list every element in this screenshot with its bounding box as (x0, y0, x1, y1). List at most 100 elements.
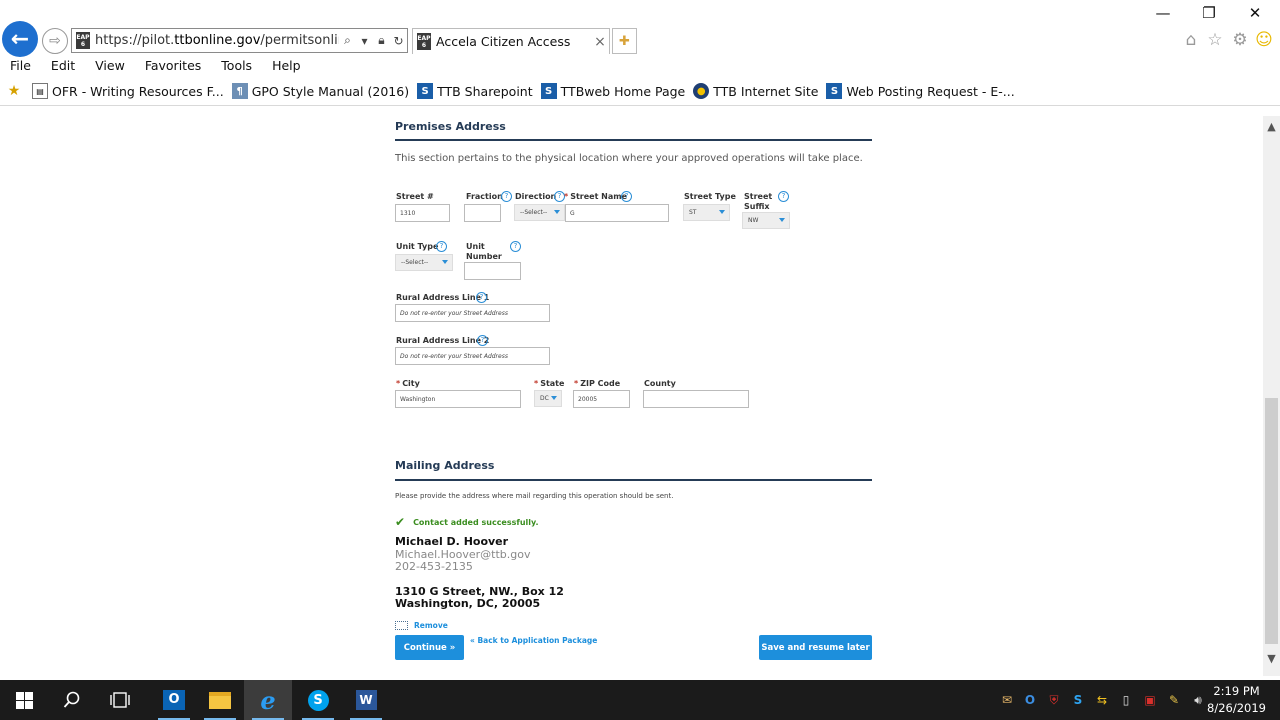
rural-line-2-input[interactable]: Do not re-enter your Street Address (395, 347, 550, 365)
menu-favorites[interactable]: Favorites (135, 57, 211, 77)
back-button[interactable]: ← (2, 21, 38, 57)
zip-input[interactable]: 20005 (573, 390, 630, 408)
fraction-help-icon[interactable]: ? (501, 191, 512, 202)
remove-link[interactable]: Remove (395, 621, 448, 630)
menu-view[interactable]: View (85, 57, 135, 77)
minimize-button[interactable]: — (1150, 4, 1176, 24)
mailing-title: Mailing Address (395, 459, 495, 472)
sync-tray-icon[interactable]: ⇆ (1093, 690, 1111, 710)
unit-number-help-icon[interactable]: ? (510, 241, 521, 252)
home-icon[interactable]: ⌂ (1181, 30, 1201, 50)
mail-tray-icon[interactable]: ✉ (998, 690, 1016, 710)
scroll-down-icon[interactable]: ▼ (1263, 652, 1280, 665)
scroll-up-icon[interactable]: ▲ (1263, 120, 1280, 133)
search-taskbar-button[interactable] (48, 680, 96, 720)
city-input[interactable]: Washington (395, 390, 521, 408)
fav-ttb-sharepoint[interactable]: S TTB Sharepoint (417, 83, 533, 99)
state-label-text: State (540, 379, 565, 388)
fraction-input[interactable] (464, 204, 501, 222)
city-label: * City (396, 379, 420, 389)
usb-device-icon[interactable]: ▯ (1117, 690, 1135, 710)
direction-value: --Select-- (520, 209, 548, 216)
back-arrow-icon: ← (10, 26, 30, 52)
volume-icon[interactable]: 🔊︎ (1189, 690, 1207, 710)
security-tray-icon[interactable]: ▣ (1141, 690, 1159, 710)
internet-explorer-taskbar-app[interactable]: e (244, 680, 292, 720)
file-explorer-taskbar-app[interactable] (196, 680, 244, 720)
outlook-tray-icon[interactable]: O (1021, 690, 1039, 710)
close-button[interactable]: ✕ (1242, 4, 1268, 24)
save-resume-button[interactable]: Save and resume later (759, 635, 872, 660)
clock-time: 2:19 PM (1213, 684, 1260, 698)
task-view-button[interactable] (96, 680, 144, 720)
fav-ttb-internet[interactable]: ● TTB Internet Site (693, 83, 818, 99)
page-content: Premises Address This section pertains t… (0, 106, 1262, 680)
address-bar[interactable]: EAP 6 https://pilot.ttbonline.gov/permits… (71, 28, 408, 53)
search-icon (63, 691, 80, 708)
favorites-star-icon[interactable]: ☆ (1205, 30, 1225, 50)
unit-type-help-icon[interactable]: ? (436, 241, 447, 252)
fav-gpo[interactable]: ¶ GPO Style Manual (2016) (231, 83, 409, 99)
dropdown-icon[interactable]: ▾ (356, 34, 373, 48)
back-to-application-link[interactable]: « Back to Application Package (470, 636, 597, 645)
state-label: * State (534, 379, 564, 389)
menu-edit[interactable]: Edit (41, 57, 85, 77)
gear-icon[interactable]: ⚙ (1230, 30, 1250, 50)
direction-select[interactable]: --Select-- (514, 204, 565, 221)
tab-close-icon[interactable]: × (591, 34, 609, 50)
menu-tools[interactable]: Tools (211, 57, 262, 77)
fav-ofr-label: OFR - Writing Resources F... (52, 83, 224, 99)
search-icon[interactable]: ⌕ (339, 33, 356, 48)
new-tab-icon: ✚ (619, 33, 630, 49)
forward-button[interactable]: ⇨ (42, 28, 68, 54)
add-favorite-icon[interactable]: ★ (6, 83, 26, 99)
street-suffix-help-icon[interactable]: ? (778, 191, 789, 202)
street-name-label: * Street Name (564, 192, 627, 202)
refresh-icon[interactable]: ↻ (390, 34, 407, 48)
word-taskbar-app[interactable]: W (342, 680, 390, 720)
sharepoint-icon: S (540, 83, 557, 99)
new-tab-button[interactable]: ✚ (612, 28, 637, 54)
rural-line-1-input[interactable]: Do not re-enter your Street Address (395, 304, 550, 322)
outlook-taskbar-app[interactable]: O (150, 680, 198, 720)
success-text: Contact added successfully. (413, 517, 539, 527)
rural-line-2-help-icon[interactable]: ? (477, 335, 488, 346)
eap-site-icon: EAP 6 (76, 32, 90, 49)
required-mark: * (396, 379, 401, 388)
tab-accela[interactable]: EAP 6 Accela Citizen Access × (412, 28, 610, 54)
remove-link-text: Remove (414, 621, 448, 630)
lock-icon[interactable]: 🔒︎ (373, 33, 390, 48)
fav-ttbweb[interactable]: S TTBweb Home Page (540, 83, 685, 99)
continue-button[interactable]: Continue » (395, 635, 464, 660)
skype-taskbar-app[interactable]: S (294, 680, 342, 720)
unit-type-select[interactable]: --Select-- (395, 254, 453, 271)
street-name-input[interactable]: G (565, 204, 669, 222)
contact-address-line-2: Washington, DC, 20005 (395, 597, 541, 610)
restore-button[interactable]: ❐ (1196, 4, 1222, 24)
clock[interactable]: 2:19 PM 8/26/2019 (1207, 683, 1266, 717)
url-rest: /permitsonline/Cap (260, 33, 339, 48)
notes-tray-icon[interactable]: ✎ (1165, 690, 1183, 710)
fav-web-posting[interactable]: S Web Posting Request - E-... (826, 83, 1015, 99)
chevron-down-icon (719, 210, 725, 214)
menu-help[interactable]: Help (262, 57, 311, 77)
unit-number-input[interactable] (464, 262, 521, 280)
street-name-help-icon[interactable]: ? (621, 191, 632, 202)
street-type-select[interactable]: ST (683, 204, 730, 221)
fav-ofr[interactable]: ▤ OFR - Writing Resources F... (32, 83, 224, 99)
scroll-thumb[interactable] (1265, 398, 1278, 644)
rural-line-1-help-icon[interactable]: ? (476, 292, 487, 303)
start-button[interactable] (0, 680, 48, 720)
state-select[interactable]: DC (534, 390, 562, 407)
skype-icon: S (307, 689, 329, 711)
url-text[interactable]: https://pilot.ttbonline.gov/permitsonlin… (95, 33, 339, 48)
menu-file[interactable]: File (0, 57, 41, 77)
street-no-input[interactable]: 1310 (395, 204, 450, 222)
mcafee-shield-icon[interactable]: ⛨ (1045, 690, 1063, 710)
vertical-scrollbar[interactable]: ▲ ▼ (1263, 116, 1280, 676)
county-input[interactable] (643, 390, 749, 408)
smiley-feedback-icon[interactable]: ☺ (1254, 30, 1274, 50)
skype-tray-icon[interactable]: S (1069, 690, 1087, 710)
street-suffix-select[interactable]: NW (742, 212, 790, 229)
street-no-label: Street # (396, 192, 434, 201)
